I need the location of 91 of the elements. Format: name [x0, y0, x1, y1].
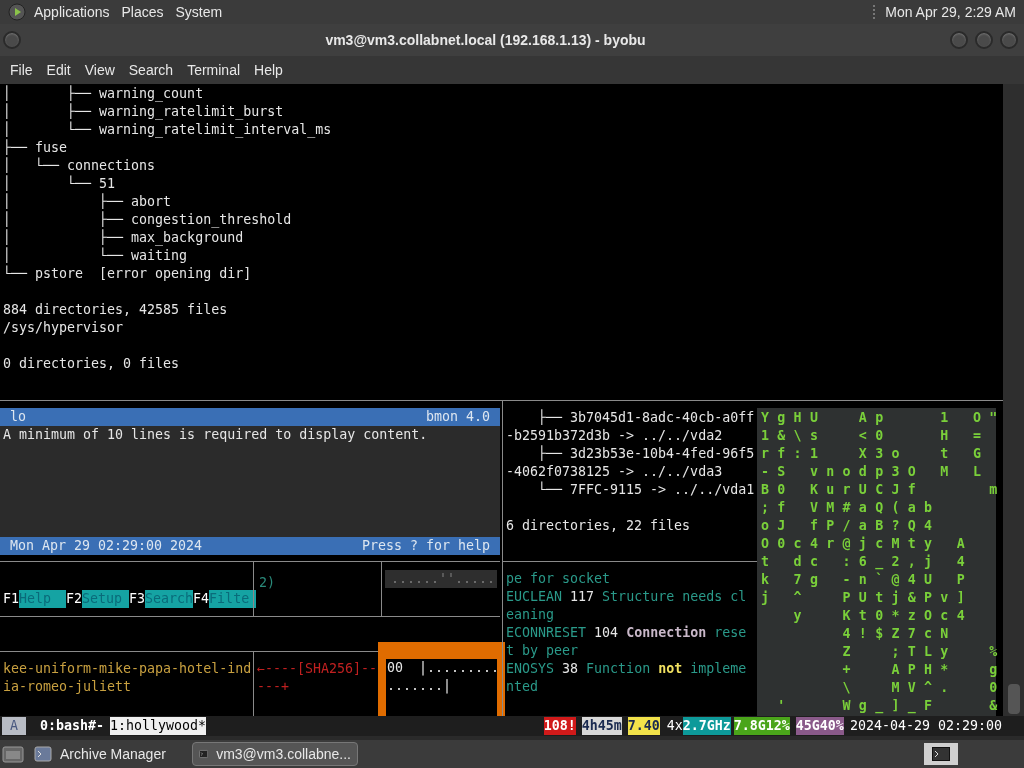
matrix-row: YgHU Ap 1 O" — [761, 409, 996, 427]
panel-menu[interactable]: Places — [121, 1, 164, 23]
taskbar-label: Archive Manager — [60, 744, 166, 764]
menu-item[interactable]: Edit — [39, 59, 78, 81]
close-button[interactable] — [1000, 31, 1018, 49]
panel-menu[interactable]: System — [175, 1, 223, 23]
terminal-line: 6 directories, 22 files — [506, 517, 692, 535]
taskbar-button[interactable]: vm3@vm3.collabne... — [192, 742, 358, 766]
function-key: F3 — [129, 590, 146, 608]
terminal-line: │ ├── warning_count — [3, 85, 205, 103]
terminal-line: ├── 3d23b53e-10b4-4fed-96f5 — [537, 445, 756, 463]
panel-menu[interactable]: Applications — [34, 1, 110, 23]
menu-item[interactable]: Terminal — [180, 59, 248, 81]
version-label: bmon 4.0 — [425, 408, 490, 426]
progress-strip: ......''..... — [385, 570, 497, 588]
status-segment: 4h45m — [581, 717, 622, 735]
minimize-button[interactable] — [950, 31, 968, 49]
status-segment: 7.40 — [627, 717, 660, 735]
matrix-row-text: ' Wg_]_F & — [776, 697, 996, 715]
function-key: F2 — [66, 590, 83, 608]
matrix-row-text: rf:1 X3o t G — [761, 445, 991, 463]
window-tab[interactable]: 1:hollywood* — [110, 717, 207, 735]
function-key: F1 — [3, 590, 19, 608]
hash-art-line: ---+ — [257, 678, 291, 696]
taskbar-button[interactable]: Archive Manager — [28, 742, 188, 766]
menu-item[interactable]: View — [77, 59, 122, 81]
window-title: vm3@vm3.collabnet.local (192.168.1.13) - byobu — [324, 30, 647, 50]
terminal-line: │ ├── congestion_threshold — [3, 211, 293, 229]
bmon-message: A minimum of 10 lines is required to display content. — [2, 426, 429, 444]
terminal-line: └── pstore [error opening dir] — [3, 265, 253, 283]
interface-name: lo — [10, 408, 26, 426]
status-text: 2024-04-29 02:29:00 — [849, 717, 1002, 735]
window-menu-button[interactable] — [3, 31, 21, 49]
hex-line: 00 |......... — [387, 659, 497, 677]
matrix-row-text: O0c4r@jcMty A — [761, 535, 974, 553]
menu-item[interactable]: File — [3, 59, 40, 81]
desktop-icon[interactable] — [2, 744, 24, 764]
terminal-line: │ ├── warning_ratelimit_burst — [3, 103, 285, 121]
pane-fragment: 2) — [259, 575, 275, 590]
matrix-row-text: 1&\s <0 H = — [761, 427, 991, 445]
window-tab[interactable]: 0:bash#- — [40, 717, 105, 735]
terminal-line: │ ├── abort — [3, 193, 173, 211]
matrix-row-text: -S vnodp3O M L — [761, 463, 991, 481]
matrix-row-text: \ MV^. 0 — [841, 679, 996, 697]
matrix-row-text: j ^ PUtj&Pv] — [761, 589, 974, 607]
maximize-button[interactable] — [975, 31, 993, 49]
matrix-row-text: oJ fP/aB?Q4 — [761, 517, 942, 535]
status-segment: 7.8G12% — [733, 717, 790, 735]
status-segment: 108! — [543, 717, 576, 735]
matrix-row: B0 KurUCJf m — [761, 481, 996, 499]
matrix-row-text: ;f VM#aQ(ab — [761, 499, 942, 517]
panel-clock[interactable]: Mon Apr 29, 2:29 AM — [885, 1, 1016, 23]
terminal-line: 0 directories, 0 files — [3, 355, 181, 373]
status-text: 4x — [666, 717, 683, 735]
matrix-row-text: + APH* g — [841, 661, 996, 679]
terminal-line: -b2591b372d3b -> ../../vda2 — [506, 427, 724, 445]
matrix-row-text: 4!$Z7cN — [841, 625, 958, 643]
function-key: F4 — [193, 590, 210, 608]
matrix-row-text: y Kt0*zOc4 — [792, 607, 974, 625]
workspace-switcher[interactable] — [924, 743, 958, 765]
scrollbar-thumb[interactable] — [1007, 684, 1020, 714]
terminal-line: │ ├── max_background — [3, 229, 245, 247]
session-label: A — [2, 717, 26, 735]
matrix-row-text: Z ;TLy % — [841, 643, 996, 661]
terminal-line: │ └── warning_ratelimit_interval_ms — [3, 121, 333, 139]
panel-handle-icon — [873, 3, 878, 21]
terminal-line: │ └── 51 — [3, 175, 117, 193]
terminal-line: ├── fuse — [3, 139, 69, 157]
play-logo-icon[interactable] — [8, 3, 26, 21]
word-phrase: kee-uniform-mike-papa-hotel-india-romeo-juliett — [3, 660, 252, 696]
matrix-row-text: t dc :6_2,j 4 — [761, 553, 974, 571]
terminal-line: └── 7FFC-9115 -> ../../vda1 — [537, 481, 756, 499]
help-hint: Press ? for help — [361, 537, 490, 555]
menu-item[interactable]: Search — [121, 59, 181, 81]
terminal-icon — [932, 747, 950, 761]
terminal-line: ├── 3b7045d1-8adc-40cb-a0ff — [537, 409, 756, 427]
errno-line: ENOSYS 38 Function not implemented — [506, 660, 748, 696]
terminal-line: /sys/hypervisor — [3, 319, 125, 337]
terminal-line: 884 directories, 42585 files — [3, 301, 229, 319]
menu-item[interactable]: Help — [247, 59, 290, 81]
hex-line: .......| — [387, 677, 453, 695]
status-segment: 45G40% — [795, 717, 844, 735]
hash-art-line: ←----[SHA256]-- — [257, 660, 378, 678]
taskbar-label: vm3@vm3.collabne... — [216, 744, 351, 764]
matrix-row-text: k 7g -n`@4U P — [761, 571, 974, 589]
terminal-line: -4062f0738125 -> ../../vda3 — [506, 463, 724, 481]
errno-line: pe for socket — [506, 570, 612, 588]
status-segment: 2.7GHz — [682, 717, 731, 735]
bmon-datetime: Mon Apr 29 02:29:00 2024 — [10, 537, 203, 555]
terminal-line: │ └── waiting — [3, 247, 189, 265]
terminal-line: │ └── connections — [3, 157, 157, 175]
